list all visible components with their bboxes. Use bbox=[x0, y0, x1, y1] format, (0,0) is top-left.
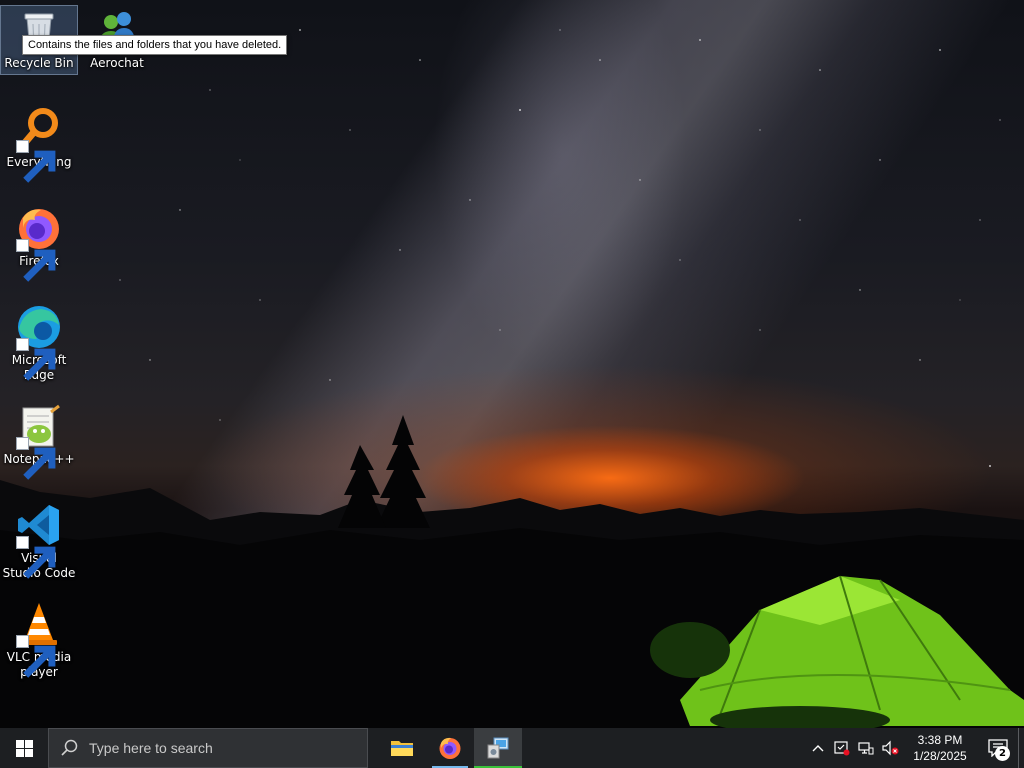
shortcut-arrow-icon bbox=[16, 536, 56, 579]
desktop-icon-notepad-plus-plus[interactable]: Notepad++ bbox=[1, 402, 77, 480]
show-desktop-button[interactable] bbox=[1018, 728, 1024, 768]
taskbar-firefox[interactable] bbox=[426, 728, 474, 768]
desktop-icon-label: Aerochat bbox=[90, 56, 144, 70]
desktop-icon-microsoft-edge[interactable]: Microsoft Edge bbox=[1, 303, 77, 383]
wallpaper-scenery bbox=[0, 29, 1024, 728]
recycle-bin-tooltip: Contains the files and folders that you … bbox=[22, 35, 288, 55]
taskbar-clock[interactable]: 3:38 PM 1/28/2025 bbox=[902, 732, 978, 764]
desktop-icon-everything[interactable]: Everything bbox=[1, 105, 77, 183]
network-icon[interactable] bbox=[854, 728, 878, 768]
search-icon bbox=[49, 739, 89, 757]
clock-time: 3:38 PM bbox=[917, 733, 963, 747]
firefox-icon bbox=[439, 737, 461, 759]
taskbar-search-box[interactable]: Type here to search bbox=[48, 728, 368, 768]
control-panel-icon bbox=[487, 737, 509, 759]
desktop-wallpaper bbox=[0, 0, 1024, 728]
windows-security-icon[interactable] bbox=[830, 728, 854, 768]
action-center-button[interactable]: 2 bbox=[978, 728, 1018, 768]
desktop-icon-vlc-media-player[interactable]: VLC media player bbox=[1, 600, 77, 680]
vlc-icon bbox=[15, 600, 63, 678]
system-tray: 3:38 PM 1/28/2025 2 bbox=[806, 728, 1024, 768]
shortcut-arrow-icon bbox=[16, 635, 56, 678]
pine-trees bbox=[338, 415, 430, 528]
taskbar-file-explorer[interactable] bbox=[378, 728, 426, 768]
shortcut-arrow-icon bbox=[16, 338, 56, 381]
volume-muted-icon[interactable] bbox=[878, 728, 902, 768]
edge-icon bbox=[15, 303, 63, 381]
taskbar: Type here to search 3:38 PM 1/28/2025 2 bbox=[0, 728, 1024, 768]
shortcut-arrow-icon bbox=[16, 239, 56, 282]
everything-search-icon bbox=[15, 105, 63, 183]
show-hidden-icons-chevron-icon[interactable] bbox=[806, 728, 830, 768]
taskbar-control-panel[interactable] bbox=[474, 728, 522, 768]
firefox-icon bbox=[15, 204, 63, 282]
shortcut-arrow-icon bbox=[16, 140, 56, 183]
notepadpp-icon bbox=[15, 402, 63, 480]
desktop-icon-firefox[interactable]: Firefox bbox=[1, 204, 77, 282]
shortcut-arrow-icon bbox=[16, 437, 56, 480]
windows-logo-icon bbox=[15, 739, 33, 757]
stars bbox=[119, 29, 1001, 467]
notification-count-badge: 2 bbox=[995, 746, 1010, 761]
vscode-icon bbox=[15, 501, 63, 579]
desktop-icon-label: Recycle Bin bbox=[4, 56, 74, 70]
file-explorer-icon bbox=[391, 741, 413, 756]
search-placeholder: Type here to search bbox=[89, 740, 213, 756]
start-button[interactable] bbox=[0, 728, 48, 768]
desktop-icon-visual-studio-code[interactable]: Visual Studio Code bbox=[1, 501, 77, 581]
clock-date: 1/28/2025 bbox=[913, 749, 967, 763]
